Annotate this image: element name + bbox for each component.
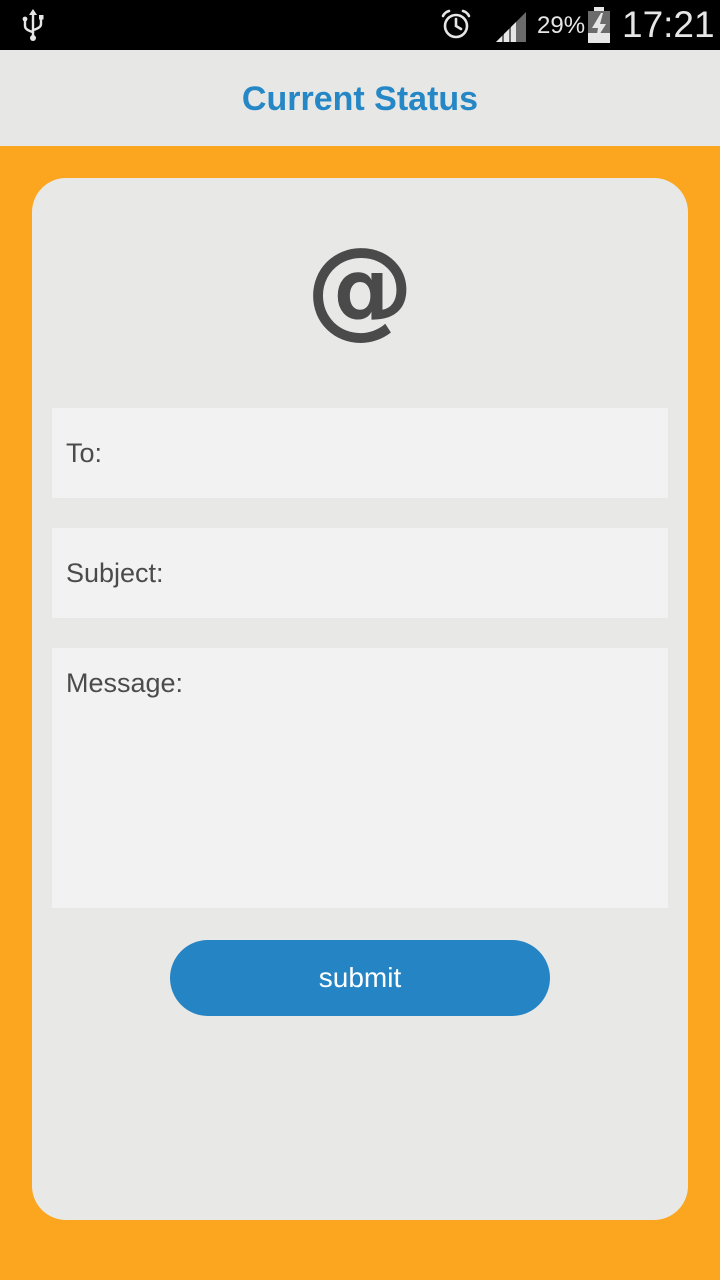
- status-clock: 17:21: [622, 4, 715, 45]
- battery-percentage: 29%: [537, 12, 586, 39]
- battery-charging-icon: [588, 7, 610, 43]
- usb-icon: [22, 9, 44, 41]
- submit-button[interactable]: submit: [170, 940, 550, 1016]
- to-field[interactable]: [52, 408, 668, 498]
- at-sign-icon: @: [306, 225, 414, 350]
- status-bar: 29% 17:21: [0, 0, 720, 50]
- page-title: Current Status: [241, 80, 479, 118]
- subject-field[interactable]: [52, 528, 668, 618]
- email-form-card: @ submit: [32, 178, 688, 1220]
- alarm-icon: [441, 9, 471, 39]
- message-field[interactable]: [52, 648, 668, 908]
- app-header: Current Status: [0, 50, 720, 146]
- signal-icon: [496, 12, 526, 42]
